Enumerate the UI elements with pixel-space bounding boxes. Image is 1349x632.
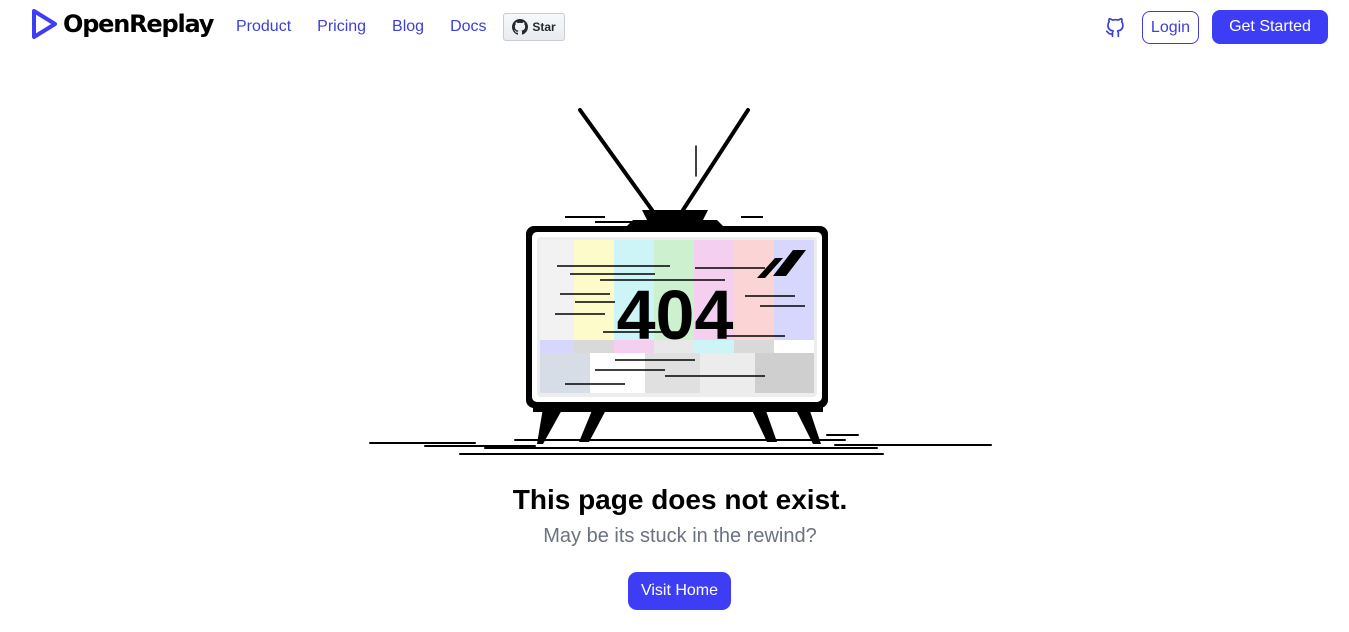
github-link[interactable] — [1104, 17, 1125, 38]
star-label: Star — [532, 20, 556, 34]
github-star-button[interactable]: Star — [503, 13, 565, 41]
login-button[interactable]: Login — [1142, 11, 1199, 44]
site-header: OpenReplay Product Pricing Blog Docs Sta… — [0, 0, 1349, 56]
logo-play-icon — [32, 9, 57, 39]
nav-blog[interactable]: Blog — [392, 15, 424, 39]
main-nav: Product Pricing Blog Docs — [236, 15, 487, 39]
github-mark-icon — [512, 19, 529, 35]
visit-home-button[interactable]: Visit Home — [628, 572, 731, 610]
retro-tv-illustration: 404 — [369, 108, 992, 455]
nav-pricing[interactable]: Pricing — [317, 15, 366, 39]
page-subtitle: May be its stuck in the rewind? — [543, 525, 817, 547]
tv-stand — [533, 404, 823, 444]
tv-antenna — [578, 108, 750, 212]
page-title: This page does not exist. — [512, 484, 848, 515]
get-started-button[interactable]: Get Started — [1212, 10, 1328, 44]
github-icon — [1105, 17, 1124, 37]
brand-name: OpenReplay — [63, 10, 214, 38]
nav-docs[interactable]: Docs — [450, 15, 486, 39]
antenna-base — [642, 210, 708, 220]
nav-product[interactable]: Product — [236, 15, 291, 39]
brand-logo[interactable]: OpenReplay — [31, 8, 214, 40]
error-code-text: 404 — [617, 276, 734, 354]
tv-screen: 404 — [537, 237, 817, 397]
ground-lines — [369, 434, 992, 455]
